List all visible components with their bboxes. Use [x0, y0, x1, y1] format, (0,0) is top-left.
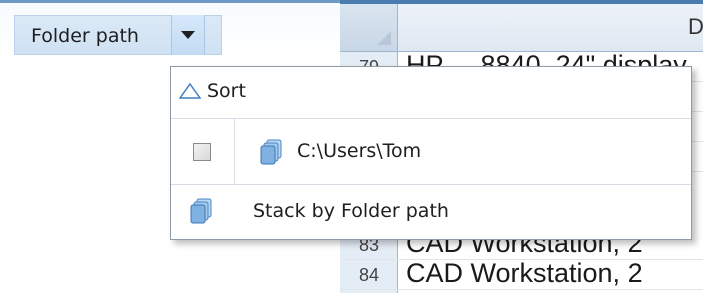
column-filter-menu: Sort C:\Users\Tom Stack by Folder path — [170, 66, 692, 240]
cell-value: CAD Workstation, 2 — [406, 258, 643, 288]
filter-option-item[interactable]: C:\Users\Tom — [171, 119, 691, 185]
corner-triangle-icon — [377, 31, 391, 45]
checkbox-column — [171, 119, 235, 185]
select-all-corner[interactable] — [340, 4, 398, 52]
explorer-view: Folder path D 79 HP ... 8840, 24" displa… — [0, 0, 703, 293]
stack-by-label: Stack by Folder path — [253, 200, 449, 222]
column-header-bar: Folder path — [0, 0, 340, 59]
table-row[interactable]: 84 CAD Workstation, 2 — [340, 258, 703, 290]
sort-ascending-icon — [179, 83, 201, 99]
chevron-down-icon — [181, 31, 195, 39]
stack-icon — [190, 198, 212, 224]
filter-checkbox[interactable] — [193, 143, 211, 161]
stack-by-menu-item[interactable]: Stack by Folder path — [171, 185, 691, 239]
column-d-header[interactable]: D — [398, 4, 703, 52]
folder-path-column-header[interactable]: Folder path — [14, 15, 222, 55]
sort-label: Sort — [207, 80, 246, 102]
sort-menu-item[interactable]: Sort — [171, 67, 691, 119]
column-dropdown-button[interactable] — [171, 15, 205, 55]
stack-icon — [260, 139, 282, 165]
column-header-label: Folder path — [31, 25, 139, 47]
filter-option-label: C:\Users\Tom — [297, 140, 422, 162]
row-number: 84 — [358, 265, 380, 285]
column-d-letter: D — [688, 14, 703, 39]
